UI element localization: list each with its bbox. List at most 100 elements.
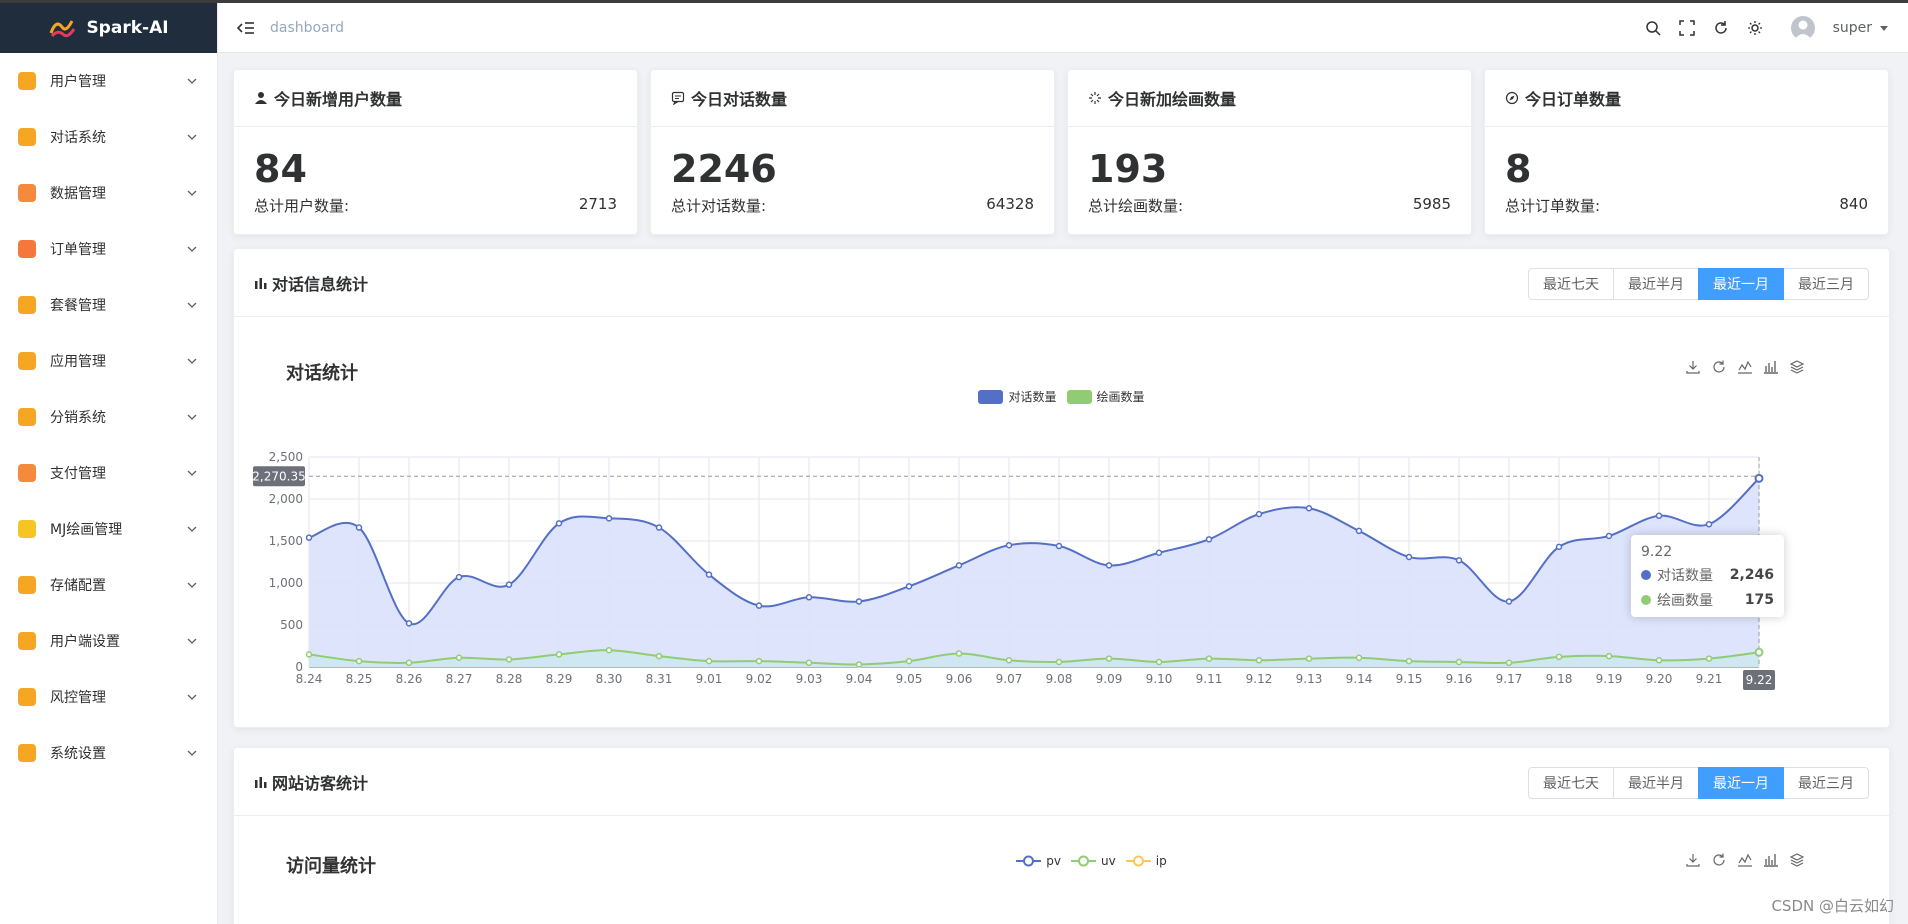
- y-tick-label: 500: [280, 618, 303, 632]
- data-point: [1155, 658, 1163, 666]
- logo-bar[interactable]: Spark-AI: [0, 3, 217, 53]
- chart-toolbox: [1685, 359, 1805, 375]
- fullscreen-icon[interactable]: [1678, 20, 1695, 36]
- stat-card-1: 今日对话数量 2246 总计对话数量: 64328: [650, 69, 1055, 235]
- legend-item-1[interactable]: 绘画数量: [1066, 388, 1145, 405]
- chevron-down-icon[interactable]: [187, 356, 197, 366]
- x-tick-label: 9.02: [746, 672, 773, 686]
- legend-label: 对话数量: [1008, 390, 1057, 404]
- chevron-down-icon[interactable]: [187, 468, 197, 478]
- x-tick-label: 9.05: [896, 672, 923, 686]
- chevron-down-icon[interactable]: [187, 188, 197, 198]
- range-button-2[interactable]: 最近一月: [1698, 268, 1784, 300]
- chevron-down-icon[interactable]: [187, 76, 197, 86]
- bar-switch-icon[interactable]: [1763, 359, 1779, 375]
- user-dropdown-caret-icon[interactable]: [1880, 25, 1888, 31]
- range-button-3[interactable]: 最近三月: [1783, 268, 1869, 300]
- sidebar-item-8[interactable]: MJ绘画管理: [0, 501, 217, 557]
- bar-switch-icon[interactable]: [1763, 852, 1779, 868]
- chevron-down-icon[interactable]: [187, 748, 197, 758]
- data-point: [1305, 504, 1313, 512]
- stat-total-label: 总计对话数量:: [671, 197, 767, 215]
- x-tick-label: 9.17: [1496, 672, 1523, 686]
- legend-item-0[interactable]: 对话数量: [978, 388, 1057, 405]
- x-tick-label: 8.27: [446, 672, 473, 686]
- stat-title: 今日订单数量: [1525, 90, 1622, 109]
- sidebar-item-label: 应用管理: [50, 354, 106, 370]
- legend-label: pv: [1046, 854, 1062, 868]
- restore-icon[interactable]: [1711, 852, 1727, 868]
- sidebar-item-12[interactable]: 系统设置: [0, 725, 217, 781]
- range-button-0[interactable]: 最近七天: [1528, 767, 1614, 799]
- sidebar-item-4[interactable]: 套餐管理: [0, 277, 217, 333]
- stat-total-value: 2713: [578, 195, 617, 213]
- range-button-1[interactable]: 最近半月: [1613, 268, 1699, 300]
- data-point: [955, 562, 963, 569]
- x-tick-label: 9.10: [1146, 672, 1173, 686]
- theme-sun-icon[interactable]: [1747, 20, 1763, 36]
- chevron-down-icon[interactable]: [187, 524, 197, 534]
- data-point: [655, 652, 663, 660]
- sidebar-item-7[interactable]: 支付管理: [0, 445, 217, 501]
- sidebar-item-9[interactable]: 存储配置: [0, 557, 217, 613]
- range-button-3[interactable]: 最近三月: [1783, 767, 1869, 799]
- download-icon[interactable]: [1685, 359, 1701, 375]
- stat-card-body: 8 总计订单数量: 840: [1485, 127, 1888, 216]
- stat-card-body: 2246 总计对话数量: 64328: [651, 127, 1054, 216]
- legend-item-1[interactable]: uv: [1071, 854, 1116, 868]
- spark-logo-icon: [50, 20, 76, 38]
- chevron-down-icon[interactable]: [187, 412, 197, 422]
- download-icon[interactable]: [1685, 852, 1701, 868]
- chevron-down-icon[interactable]: [187, 132, 197, 142]
- y-tick-label: 1,500: [269, 534, 303, 548]
- chevron-down-icon[interactable]: [187, 300, 197, 310]
- breadcrumb[interactable]: dashboard: [270, 20, 344, 36]
- sidebar-item-11[interactable]: 风控管理: [0, 669, 217, 725]
- conversation-chart: 0 500 1,000 1,500 2,000 2,500 8.24 8.25 8.26 8.27…: [234, 317, 1889, 727]
- series-area-0: [309, 478, 1759, 667]
- collapse-sidebar-icon[interactable]: [236, 18, 256, 38]
- legend-swatch: [1066, 389, 1092, 404]
- chevron-down-icon[interactable]: [187, 244, 197, 254]
- data-point: [1455, 658, 1463, 666]
- sidebar-item-3[interactable]: 订单管理: [0, 221, 217, 277]
- search-icon[interactable]: [1645, 20, 1661, 36]
- x-tick-label: 9.18: [1546, 672, 1573, 686]
- sidebar-item-2[interactable]: 数据管理: [0, 165, 217, 221]
- range-button-1[interactable]: 最近半月: [1613, 767, 1699, 799]
- sidebar-item-label: 支付管理: [50, 466, 106, 482]
- legend-item-2[interactable]: ip: [1125, 854, 1167, 868]
- panel-header: 对话信息统计 最近七天 最近半月 最近一月 最近三月: [234, 249, 1889, 317]
- restore-icon[interactable]: [1711, 359, 1727, 375]
- distribution-icon: [18, 408, 36, 426]
- refresh-icon[interactable]: [1713, 20, 1729, 36]
- stack-icon[interactable]: [1789, 852, 1805, 868]
- stack-icon[interactable]: [1789, 359, 1805, 375]
- sidebar-item-5[interactable]: 应用管理: [0, 333, 217, 389]
- range-button-2[interactable]: 最近一月: [1698, 767, 1784, 799]
- sidebar-item-label: 用户端设置: [50, 634, 120, 650]
- avatar[interactable]: [1790, 16, 1815, 40]
- sidebar-item-0[interactable]: 用户管理: [0, 53, 217, 109]
- user-name[interactable]: super: [1833, 20, 1872, 36]
- range-button-0[interactable]: 最近七天: [1528, 268, 1614, 300]
- data-point: [355, 657, 363, 665]
- chevron-down-icon[interactable]: [187, 692, 197, 702]
- chevron-down-icon[interactable]: [187, 580, 197, 590]
- sidebar-item-label: MJ绘画管理: [50, 522, 123, 538]
- stat-card-header: 今日新加绘画数量: [1068, 70, 1471, 127]
- sidebar-item-label: 订单管理: [50, 242, 106, 258]
- sidebar-item-label: 套餐管理: [50, 298, 106, 314]
- sidebar-item-6[interactable]: 分销系统: [0, 389, 217, 445]
- line-chart-icon[interactable]: [1737, 359, 1753, 375]
- sidebar-item-10[interactable]: 用户端设置: [0, 613, 217, 669]
- bar-chart-icon: [255, 277, 267, 289]
- data-point: [1505, 598, 1513, 605]
- data-manage-icon: [18, 184, 36, 202]
- data-point: [1455, 557, 1463, 564]
- line-chart-icon[interactable]: [1737, 852, 1753, 868]
- legend-item-0[interactable]: pv: [1016, 854, 1061, 868]
- chevron-down-icon[interactable]: [187, 636, 197, 646]
- sidebar-item-1[interactable]: 对话系统: [0, 109, 217, 165]
- range-button-group: 最近七天 最近半月 最近一月 最近三月: [1528, 268, 1869, 300]
